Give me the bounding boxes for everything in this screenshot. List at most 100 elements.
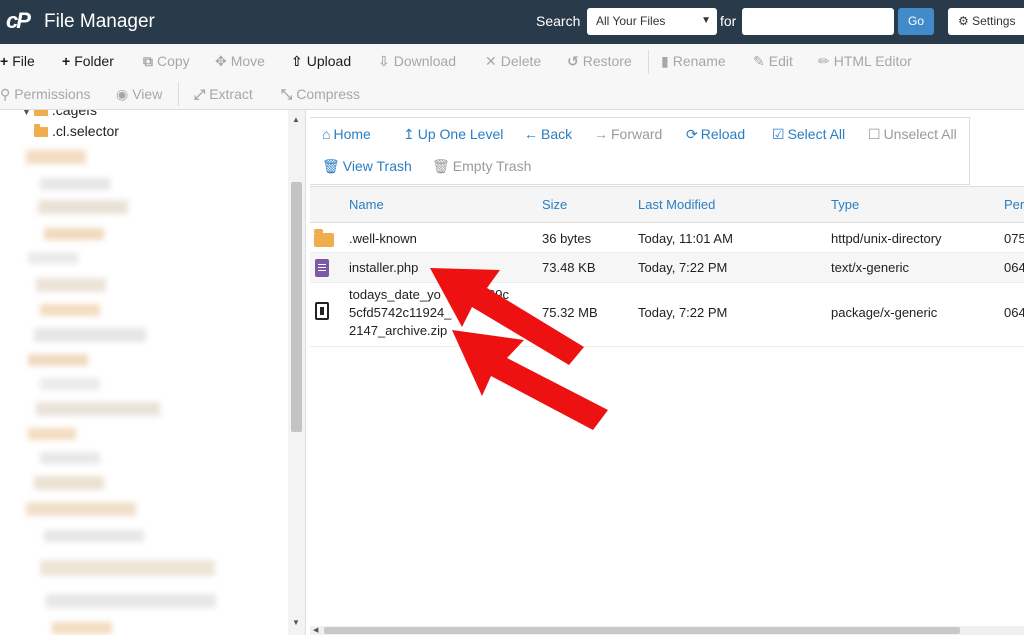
file-name: .well-known	[349, 231, 417, 246]
move-icon: ✥	[215, 53, 227, 69]
chevron-down-icon: ▼	[701, 15, 711, 26]
column-header-name[interactable]: Name	[349, 187, 384, 223]
arrow-right-icon: →	[594, 126, 608, 142]
horizontal-scrollbar[interactable]: ◀	[310, 626, 1024, 635]
tree-item-cl-selector[interactable]: .cl.selector	[34, 123, 119, 139]
scrollbar-thumb[interactable]	[324, 627, 960, 634]
cpanel-logo[interactable]: cP	[6, 8, 31, 34]
folder-icon	[33, 110, 48, 116]
upload-button[interactable]: ⇧ Upload	[291, 53, 351, 70]
directory-tree: ▼ .cagefs .cl.selector ▲ ▼	[0, 110, 306, 635]
zip-file-icon	[315, 302, 329, 320]
delete-button[interactable]: ✕ Delete	[485, 53, 541, 70]
new-file-button[interactable]: + File	[0, 53, 35, 69]
gear-icon: ⚙	[958, 14, 969, 28]
column-header-size[interactable]: Size	[542, 187, 567, 223]
edit-square-icon: ✏	[818, 53, 830, 69]
key-icon: ⚲	[0, 86, 11, 102]
file-size: 73.48 KB	[542, 260, 596, 275]
folder-icon	[314, 229, 334, 247]
arrow-left-icon: ←	[524, 126, 538, 142]
scroll-up-icon[interactable]: ▲	[292, 115, 300, 124]
column-header-last-modified[interactable]: Last Modified	[638, 187, 715, 223]
download-icon: ⇩	[378, 53, 390, 69]
go-button[interactable]: Go	[898, 8, 934, 35]
undo-icon: ↺	[567, 53, 579, 69]
copy-icon: ⧉	[143, 53, 153, 69]
pencil-icon: ✎	[753, 53, 765, 69]
action-toolbar: + File + Folder ⧉ Copy ✥ Move ⇧ Upload ⇩ Downl…	[0, 44, 1024, 110]
back-button[interactable]: ← Back	[524, 126, 572, 142]
select-all-button[interactable]: ☑ Select All	[772, 126, 845, 143]
blurred-tree-entries	[0, 140, 286, 635]
extract-button[interactable]: ⤢ Extract	[194, 86, 253, 103]
table-row[interactable]: .well-known 36 bytes Today, 11:01 AM htt…	[310, 223, 1024, 253]
new-folder-button[interactable]: + Folder	[62, 53, 114, 69]
file-type: text/x-generic	[831, 260, 910, 275]
search-scope-select[interactable]: All Your Files ▼	[587, 8, 717, 35]
folder-icon	[34, 124, 48, 137]
scroll-down-icon[interactable]: ▼	[292, 618, 300, 627]
file-modified: Today, 7:22 PM	[638, 305, 728, 320]
copy-button[interactable]: ⧉ Copy	[143, 53, 190, 70]
plus-icon: +	[62, 53, 71, 69]
search-scope-value: All Your Files	[596, 14, 666, 28]
column-header-type[interactable]: Type	[831, 187, 859, 223]
table-row[interactable]: todays_date_yo 269c 5cfd5742c11924_ 16 214…	[310, 283, 1024, 347]
toolbar-divider	[178, 82, 179, 106]
file-perms: 075	[1004, 231, 1024, 246]
view-trash-button[interactable]: 🗑 View Trash	[322, 158, 412, 175]
check-square-icon: ☑	[772, 126, 785, 142]
settings-button[interactable]: ⚙ Settings	[948, 8, 1024, 35]
refresh-icon: ⟳	[686, 126, 698, 142]
download-button[interactable]: ⇩ Download	[378, 53, 456, 70]
top-header-bar: cP File Manager Search All Your Files ▼ …	[0, 0, 1024, 44]
file-type: package/x-generic	[831, 305, 938, 320]
file-table: Name Size Last Modified Type Per .well-k…	[310, 186, 1024, 626]
file-modified: Today, 7:22 PM	[638, 260, 728, 275]
expand-icon: ⤢	[194, 86, 206, 102]
file-name-line-2: 5cfd5742c11924_ 16	[349, 305, 514, 320]
file-list-panel: ⌂ Home ↥ Up One Level ← Back → Forward ⟳ Relo…	[310, 110, 1024, 635]
empty-trash-button[interactable]: 🗑 Empty Trash	[432, 158, 531, 175]
table-row[interactable]: installer.php 73.48 KB Today, 7:22 PM te…	[310, 253, 1024, 283]
scroll-left-icon[interactable]: ◀	[313, 626, 318, 634]
move-button[interactable]: ✥ Move	[215, 53, 265, 70]
restore-button[interactable]: ↺ Restore	[567, 53, 632, 70]
compress-icon: ⤡	[281, 86, 293, 102]
upload-icon: ⇧	[291, 53, 303, 69]
for-label: for	[720, 13, 737, 29]
forward-button[interactable]: → Forward	[594, 126, 662, 142]
file-size: 36 bytes	[542, 231, 592, 246]
unselect-all-button[interactable]: ☐ Unselect All	[868, 126, 957, 143]
view-button[interactable]: ◉ View	[116, 86, 162, 103]
caret-down-icon: ▼	[22, 110, 31, 117]
file-name-line-3: 2147_archive.zip	[349, 323, 448, 338]
search-input[interactable]	[742, 8, 894, 35]
square-icon: ☐	[868, 126, 881, 142]
file-name: installer.php	[349, 260, 419, 275]
column-header-permissions[interactable]: Per	[1004, 187, 1024, 223]
rename-button[interactable]: ▮ Rename	[661, 53, 726, 70]
navigation-bar: ⌂ Home ↥ Up One Level ← Back → Forward ⟳ Relo…	[310, 117, 970, 185]
file-perms: 064	[1004, 305, 1024, 320]
tree-item-cagefs[interactable]: ▼ .cagefs	[22, 110, 97, 118]
compress-button[interactable]: ⤡ Compress	[281, 86, 360, 103]
home-button[interactable]: ⌂ Home	[322, 126, 371, 142]
app-title: File Manager	[44, 11, 155, 32]
php-file-icon	[315, 259, 329, 277]
up-one-level-button[interactable]: ↥ Up One Level	[403, 126, 503, 143]
permissions-button[interactable]: ⚲ Permissions	[0, 86, 91, 103]
file-icon: ▮	[661, 53, 669, 69]
toolbar-divider	[648, 50, 649, 74]
trash-icon: 🗑	[322, 158, 340, 174]
reload-button[interactable]: ⟳ Reload	[686, 126, 745, 143]
home-icon: ⌂	[322, 126, 331, 142]
trash-icon: 🗑	[432, 158, 450, 174]
scrollbar-thumb[interactable]	[291, 182, 302, 432]
html-editor-button[interactable]: ✏ HTML Editor	[818, 53, 912, 70]
file-modified: Today, 11:01 AM	[638, 231, 733, 246]
sidebar-scrollbar[interactable]: ▲ ▼	[288, 110, 305, 635]
eye-icon: ◉	[116, 86, 129, 102]
edit-button[interactable]: ✎ Edit	[753, 53, 793, 70]
